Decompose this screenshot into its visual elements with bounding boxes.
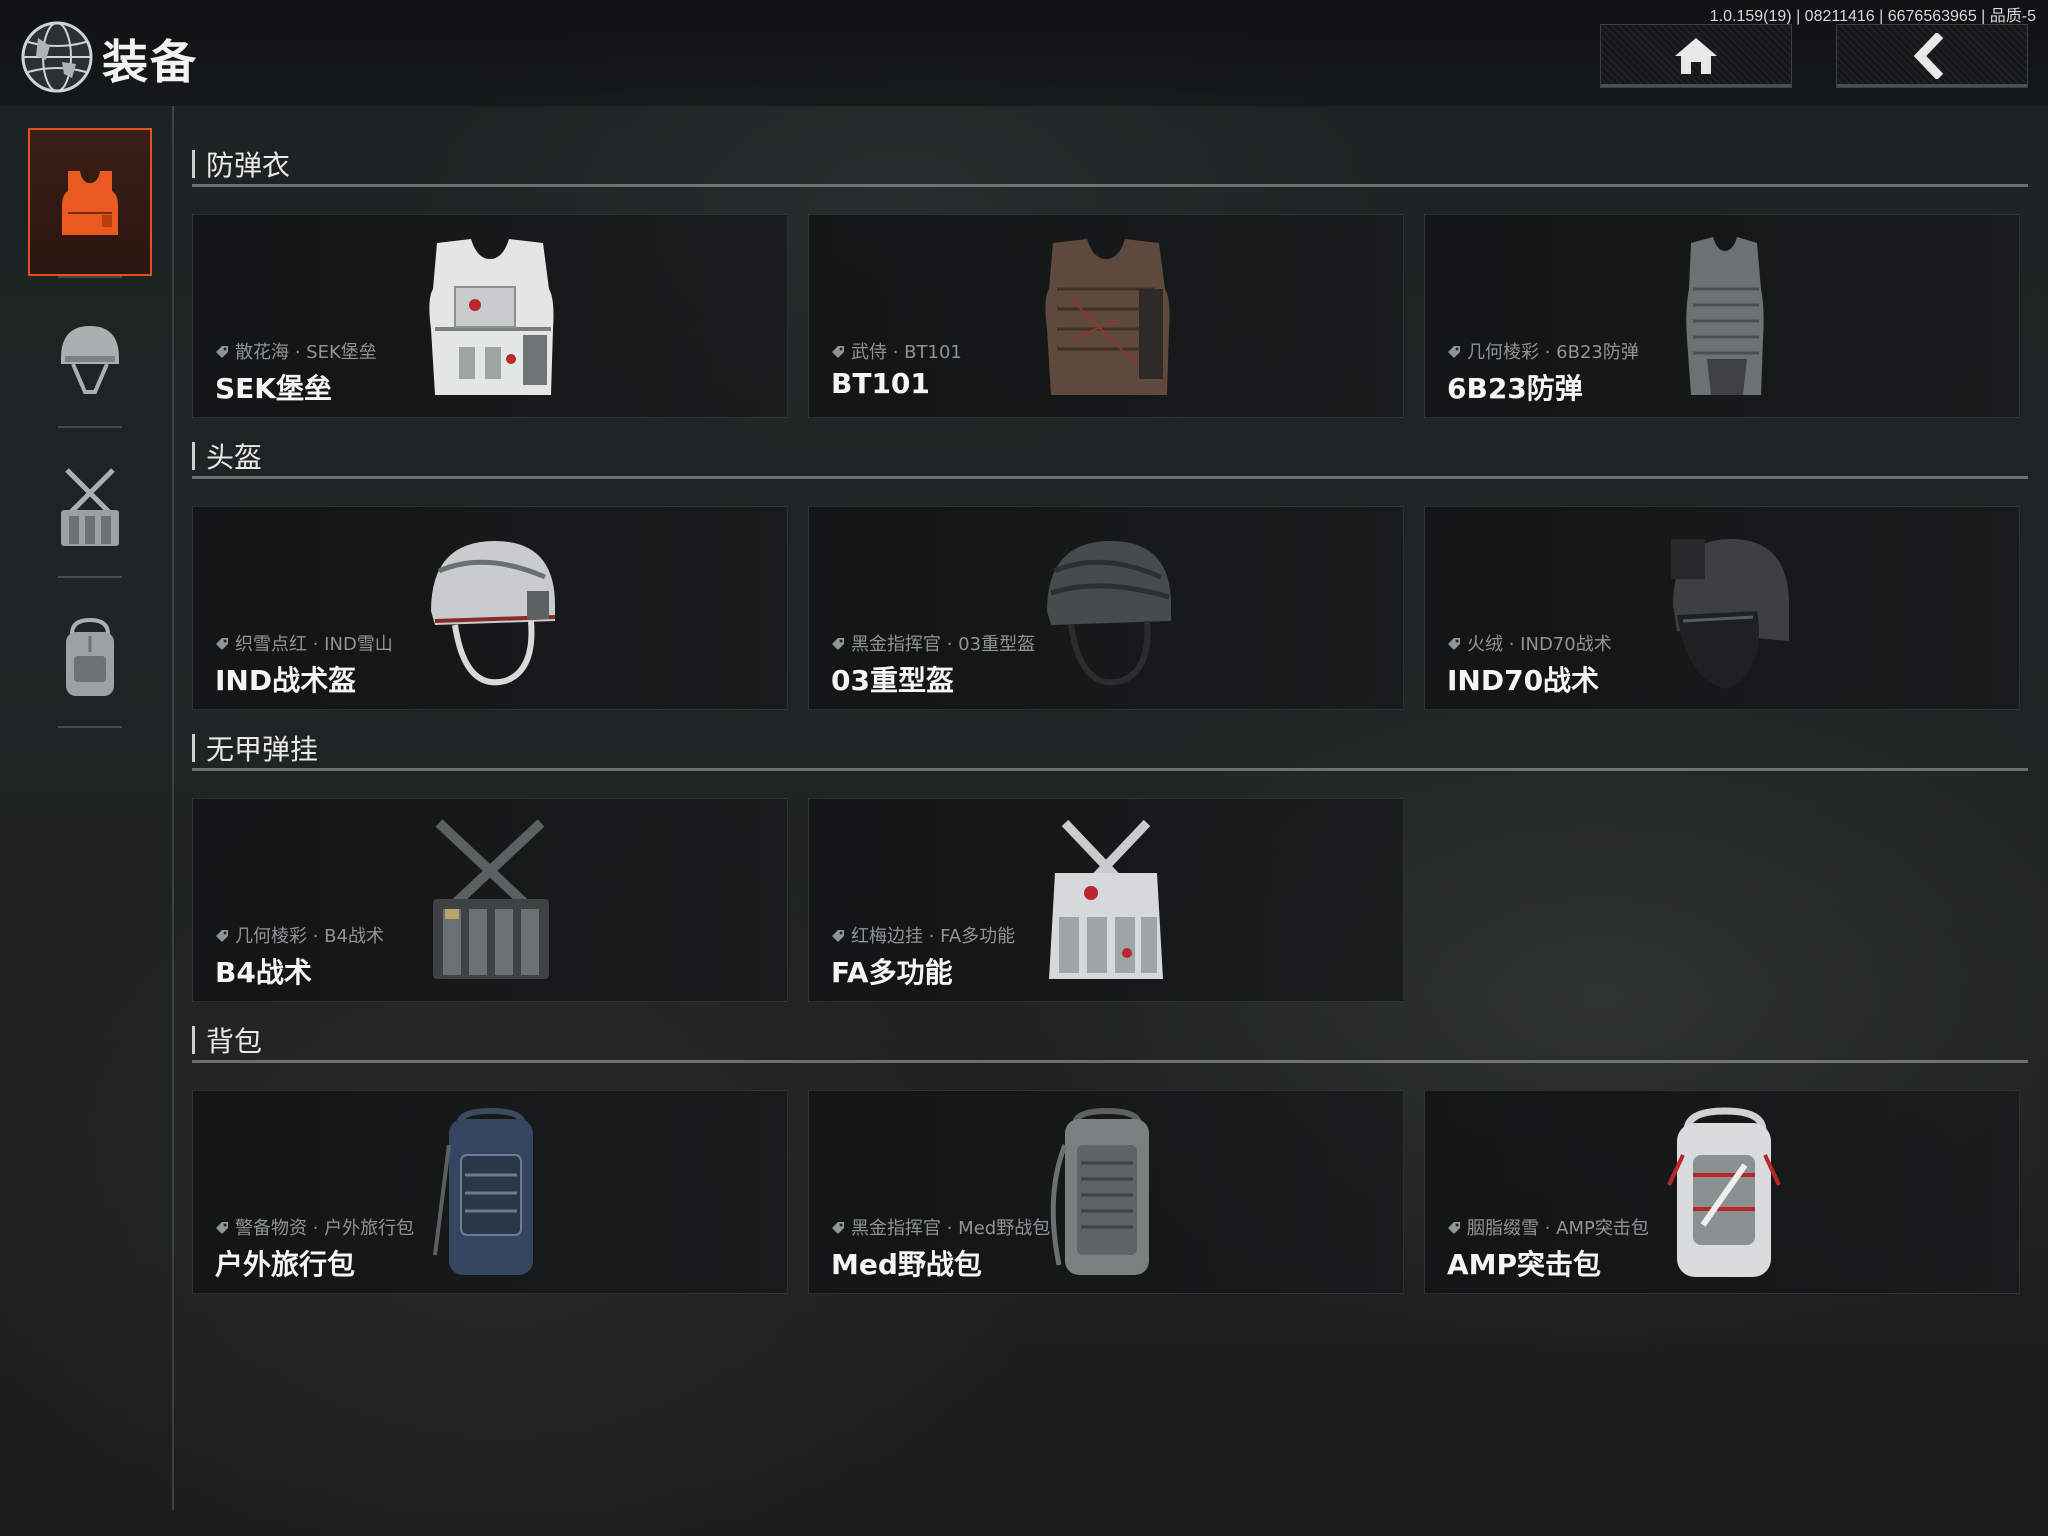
- section-marker: [192, 442, 195, 470]
- sidebar-divider: [58, 726, 122, 728]
- equipment-card-ind70[interactable]: 火绒 · IND70战术 IND70战术: [1424, 506, 2020, 710]
- skin-label: 几何棱彩 · 6B23防弹: [1447, 338, 1639, 364]
- page-title: 装备: [102, 35, 198, 89]
- item-name: Med野战包: [831, 1248, 982, 1281]
- section-divider: [192, 768, 2028, 771]
- backpack-blue-icon: [433, 1107, 533, 1275]
- chevron-left-icon: [1913, 33, 1944, 79]
- equipment-card-6b23[interactable]: 几何棱彩 · 6B23防弹 6B23防弹: [1424, 214, 2020, 418]
- helmet-icon: [61, 326, 119, 394]
- chest-rig-white-icon: [1049, 819, 1163, 979]
- backpack-icon: [66, 617, 114, 696]
- sidebar-divider: [58, 426, 122, 428]
- skin-label: 武侍 · BT101: [831, 338, 962, 364]
- skin-label: 黑金指挥官 · Med野战包: [831, 1214, 1050, 1240]
- section-divider: [192, 184, 2028, 187]
- section-marker: [192, 734, 195, 762]
- helmet-white-icon: [431, 541, 556, 686]
- section-header-chest-rig: 无甲弹挂: [192, 724, 2028, 774]
- backpack-grey-icon: [1050, 1107, 1149, 1275]
- tag-icon: [1448, 1222, 1460, 1234]
- sidebar-divider: [58, 276, 122, 278]
- equipment-card-03-helmet[interactable]: 黑金指挥官 · 03重型盔 03重型盔: [808, 506, 1404, 710]
- section-title: 头盔: [206, 441, 263, 474]
- top-bar: 装备 1.0.159(19) | 08211416 | 6676563965 |…: [0, 0, 2048, 107]
- sidebar-divider: [58, 576, 122, 578]
- section-divider: [192, 1060, 2028, 1063]
- tag-icon: [832, 930, 844, 942]
- sidebar-tab-chest-rig[interactable]: [28, 434, 152, 582]
- tag-icon: [832, 638, 844, 650]
- item-name: 户外旅行包: [215, 1248, 356, 1281]
- tag-icon: [1448, 638, 1460, 650]
- tag-icon: [216, 638, 228, 650]
- skin-label: 火绒 · IND70战术: [1447, 630, 1612, 656]
- skin-label: 黑金指挥官 · 03重型盔: [831, 630, 1035, 656]
- sidebar-tab-backpack[interactable]: [28, 584, 152, 732]
- skin-label: 几何棱彩 · B4战术: [215, 922, 384, 948]
- section-marker: [192, 1026, 195, 1054]
- helmet-visor-icon: [1671, 539, 1789, 689]
- vest-brown-icon: [1045, 239, 1170, 395]
- sidebar-tab-helmet[interactable]: [28, 284, 152, 432]
- equipment-card-b4[interactable]: 几何棱彩 · B4战术 B4战术: [192, 798, 788, 1002]
- equipment-card-outdoor-pack[interactable]: 警备物资 · 户外旅行包 户外旅行包: [192, 1090, 788, 1294]
- category-sidebar: [0, 106, 174, 1510]
- item-name: AMP突击包: [1447, 1248, 1602, 1281]
- skin-label: 警备物资 · 户外旅行包: [215, 1214, 414, 1240]
- vest-white-icon: [429, 239, 554, 395]
- skin-label: 胭脂缀雪 · AMP突击包: [1447, 1214, 1649, 1240]
- item-name: BT101: [831, 367, 930, 400]
- section-title: 防弹衣: [206, 149, 291, 182]
- item-name: B4战术: [215, 956, 312, 989]
- tag-icon: [1448, 346, 1460, 358]
- tag-icon: [216, 930, 228, 942]
- back-button[interactable]: [1836, 24, 2028, 88]
- section-marker: [192, 150, 195, 178]
- item-name: 03重型盔: [831, 664, 954, 697]
- chest-rig-icon: [61, 468, 119, 546]
- item-name: SEK堡垒: [215, 372, 332, 405]
- section-title: 无甲弹挂: [206, 733, 319, 766]
- equipment-card-med-pack[interactable]: 黑金指挥官 · Med野战包 Med野战包: [808, 1090, 1404, 1294]
- globe-logo-icon: [21, 21, 93, 93]
- section-title: 背包: [206, 1025, 263, 1058]
- version-info: 1.0.159(19) | 08211416 | 6676563965 | 品质…: [1709, 8, 2036, 25]
- vest-icon: [62, 171, 118, 235]
- tag-icon: [832, 346, 844, 358]
- item-name: IND70战术: [1447, 664, 1600, 697]
- chest-rig-dark-icon: [433, 819, 549, 979]
- home-icon: [1675, 38, 1717, 74]
- skin-label: 散花海 · SEK堡垒: [215, 338, 377, 364]
- section-header-helmet: 头盔: [192, 432, 2028, 482]
- home-button[interactable]: [1600, 24, 1792, 88]
- item-name: IND战术盔: [215, 664, 357, 697]
- equipment-card-amp-pack[interactable]: 胭脂缀雪 · AMP突击包 AMP突击包: [1424, 1090, 2020, 1294]
- skin-label: 织雪点红 · IND雪山: [215, 630, 393, 656]
- backpack-white-icon: [1667, 1107, 1781, 1277]
- helmet-dark-icon: [1047, 541, 1171, 686]
- equipment-card-ind-helmet[interactable]: 织雪点红 · IND雪山 IND战术盔: [192, 506, 788, 710]
- section-divider: [192, 476, 2028, 479]
- section-header-vest: 防弹衣: [192, 140, 2028, 190]
- item-name: FA多功能: [831, 956, 953, 989]
- sidebar-tab-vest[interactable]: [28, 128, 152, 276]
- section-header-backpack: 背包: [192, 1016, 2028, 1066]
- tag-icon: [216, 346, 228, 358]
- vest-grey-icon: [1686, 237, 1764, 395]
- tag-icon: [832, 1222, 844, 1234]
- equipment-card-fa[interactable]: 红梅边挂 · FA多功能 FA多功能: [808, 798, 1404, 1002]
- equipment-card-bt101[interactable]: 武侍 · BT101 BT101: [808, 214, 1404, 418]
- item-name: 6B23防弹: [1447, 372, 1583, 405]
- equipment-card-sek[interactable]: 散花海 · SEK堡垒 SEK堡垒: [192, 214, 788, 418]
- tag-icon: [216, 1222, 228, 1234]
- skin-label: 红梅边挂 · FA多功能: [831, 922, 1015, 948]
